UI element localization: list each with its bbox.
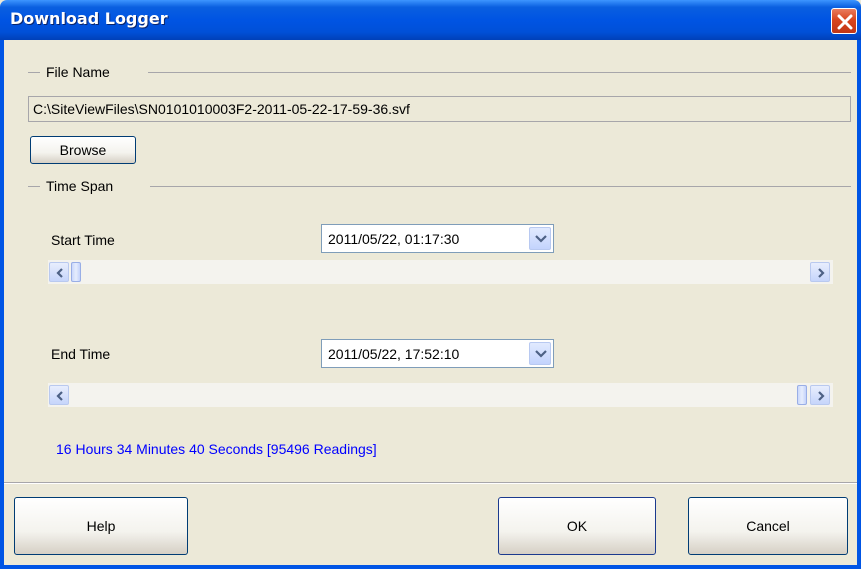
window-frame-right [857, 40, 861, 569]
end-slider-thumb[interactable] [797, 385, 807, 405]
start-slider-left-button[interactable] [49, 262, 69, 282]
help-button[interactable]: Help [14, 497, 188, 555]
end-time-dropdown-button[interactable] [529, 342, 551, 365]
window-frame-left [0, 40, 4, 569]
cancel-button-label: Cancel [746, 518, 790, 534]
chevron-right-icon [818, 391, 825, 401]
start-slider-thumb[interactable] [71, 262, 81, 282]
end-time-slider[interactable] [48, 383, 833, 407]
start-time-slider[interactable] [48, 260, 833, 284]
end-time-combo[interactable]: 2011/05/22, 17:52:10 [321, 339, 554, 368]
end-slider-right-button[interactable] [810, 385, 830, 405]
window-title: Download Logger [10, 9, 168, 28]
file-name-group: File Name [28, 64, 851, 80]
close-icon [837, 14, 853, 30]
ok-button-label: OK [566, 518, 588, 534]
browse-button-label: Browse [59, 142, 107, 158]
file-path-field: C:\SiteViewFiles\SN0101010003F2-2011-05-… [28, 96, 851, 122]
footer-divider-highlight [4, 483, 857, 484]
close-button[interactable] [831, 8, 857, 34]
chevron-left-icon [56, 391, 63, 401]
help-button-label: Help [86, 518, 116, 534]
browse-button[interactable]: Browse [30, 136, 136, 164]
chevron-down-icon [535, 350, 547, 358]
end-time-label: End Time [51, 346, 111, 362]
chevron-down-icon [535, 235, 547, 243]
time-span-group: Time Span [28, 178, 851, 194]
group-line [28, 186, 40, 187]
ok-button[interactable]: OK [498, 497, 656, 555]
time-span-summary: 16 Hours 34 Minutes 40 Seconds [95496 Re… [56, 441, 377, 457]
start-time-value: 2011/05/22, 01:17:30 [328, 231, 460, 247]
cancel-button[interactable]: Cancel [688, 497, 848, 555]
end-time-value: 2011/05/22, 17:52:10 [328, 346, 460, 362]
chevron-right-icon [818, 268, 825, 278]
end-slider-left-button[interactable] [49, 385, 69, 405]
start-slider-right-button[interactable] [810, 262, 830, 282]
start-time-label: Start Time [51, 232, 115, 248]
group-line [150, 186, 851, 187]
window-frame-bottom [0, 565, 861, 569]
time-span-group-label: Time Span [46, 178, 120, 194]
start-time-combo[interactable]: 2011/05/22, 01:17:30 [321, 224, 554, 253]
chevron-left-icon [56, 268, 63, 278]
title-bar[interactable]: Download Logger [0, 0, 861, 40]
start-time-dropdown-button[interactable] [529, 227, 551, 250]
file-name-group-label: File Name [46, 64, 116, 80]
group-line [148, 72, 851, 73]
file-path-text: C:\SiteViewFiles\SN0101010003F2-2011-05-… [33, 101, 410, 117]
group-line [28, 72, 40, 73]
